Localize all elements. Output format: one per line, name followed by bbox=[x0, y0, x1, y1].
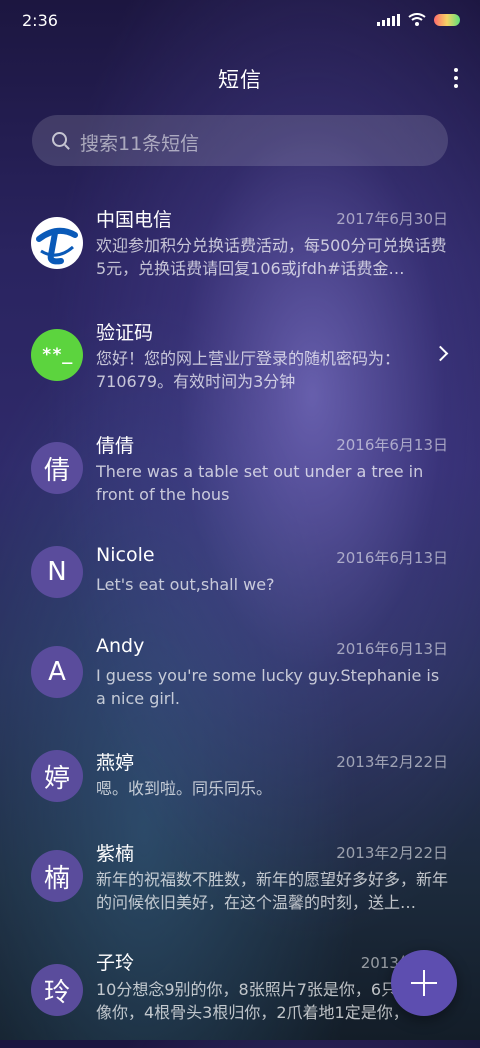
message-preview: 新年的祝福数不胜数，新年的愿望好多好多，新年的问候依旧美好，在这个温馨的时刻，送… bbox=[96, 870, 448, 912]
conversation-item[interactable]: 楠 紫楠 2013年2月22日 新年的祝福数不胜数，新年的愿望好多好多，新年的问… bbox=[0, 824, 480, 934]
status-time: 2:36 bbox=[22, 11, 58, 30]
message-date: 2013年2月22日 bbox=[336, 844, 448, 862]
telecom-logo-avatar bbox=[31, 217, 83, 269]
status-icons bbox=[377, 13, 460, 26]
signal-icon bbox=[377, 13, 400, 26]
contact-name: Andy bbox=[96, 635, 145, 657]
status-bar: 2:36 bbox=[0, 0, 480, 44]
avatar: N bbox=[31, 546, 83, 598]
chevron-right-icon[interactable] bbox=[432, 345, 449, 362]
avatar: 楠 bbox=[31, 850, 83, 902]
contact-name: 子玲 bbox=[96, 952, 135, 974]
message-preview: 10分想念9别的你，8张照片7张是你，6只像你，4根骨头3根归你，2爪着地1定是… bbox=[96, 980, 409, 1022]
message-preview: 您好！您的网上营业厅登录的随机密码为：710679。有效时间为3分钟 bbox=[96, 349, 401, 391]
message-preview: I guess you're some lucky guy.Stephanie … bbox=[96, 666, 440, 708]
battery-icon bbox=[434, 13, 460, 26]
search-icon bbox=[52, 132, 67, 147]
contact-name: 紫楠 bbox=[96, 843, 135, 865]
message-date: 2013年2月22日 bbox=[336, 753, 448, 771]
contact-name: 燕婷 bbox=[96, 752, 135, 774]
telecom-logo-icon bbox=[32, 218, 82, 268]
message-preview: 欢迎参加积分兑换话费活动，每500分可兑换话费5元，兑换话费请回复106或jfd… bbox=[96, 236, 447, 278]
conversation-item[interactable]: 倩 倩倩 2016年6月13日 There was a table set ou… bbox=[0, 416, 480, 526]
contact-name: Nicole bbox=[96, 544, 155, 566]
contact-name: 倩倩 bbox=[96, 435, 135, 457]
wifi-icon bbox=[408, 13, 426, 26]
avatar: 玲 bbox=[31, 964, 83, 1016]
message-date: 2017年6月30日 bbox=[336, 210, 448, 228]
page-title: 短信 bbox=[218, 68, 262, 92]
message-date: 2016年6月13日 bbox=[336, 640, 448, 658]
contact-name: 验证码 bbox=[96, 322, 154, 344]
conversation-item[interactable]: 中国电信 2017年6月30日 欢迎参加积分兑换话费活动，每500分可兑换话费5… bbox=[0, 190, 480, 300]
more-options-icon[interactable] bbox=[454, 68, 458, 88]
avatar: 倩 bbox=[31, 442, 83, 494]
avatar: A bbox=[31, 646, 83, 698]
avatar: 婷 bbox=[31, 750, 83, 802]
conversation-item[interactable]: **_ 验证码 您好！您的网上营业厅登录的随机密码为：710679。有效时间为3… bbox=[0, 303, 480, 413]
message-date: 2016年6月13日 bbox=[336, 549, 448, 567]
new-message-button[interactable] bbox=[391, 950, 457, 1016]
search-placeholder: 搜索11条短信 bbox=[80, 133, 200, 155]
contact-name: 中国电信 bbox=[96, 209, 173, 231]
message-preview: 嗯。收到啦。同乐同乐。 bbox=[96, 779, 273, 798]
message-date: 2016年6月13日 bbox=[336, 436, 448, 454]
conversation-item[interactable]: A Andy 2016年6月13日 I guess you're some lu… bbox=[0, 620, 480, 730]
message-preview: Let's eat out,shall we? bbox=[96, 575, 275, 594]
verification-avatar: **_ bbox=[31, 329, 83, 381]
search-bar[interactable]: 搜索11条短信 bbox=[32, 115, 448, 166]
message-preview: There was a table set out under a tree i… bbox=[96, 462, 424, 504]
app-header: 短信 bbox=[0, 60, 480, 100]
